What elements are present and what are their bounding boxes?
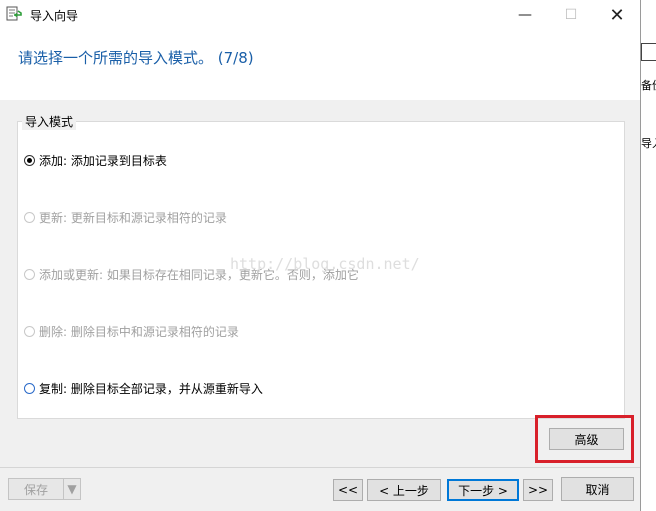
next-step-button[interactable]: 下一步 > bbox=[447, 479, 519, 501]
last-step-button[interactable]: >> bbox=[523, 479, 553, 501]
advanced-button[interactable]: 高级 bbox=[549, 428, 624, 450]
option-label: 添加: 添加记录到目标表 bbox=[39, 154, 167, 168]
radio-unchecked-icon[interactable] bbox=[24, 383, 35, 394]
background-window-text: 备份 bbox=[641, 79, 656, 92]
background-toolbar-icon bbox=[641, 43, 656, 61]
option-copy[interactable]: 复制: 删除目标全部记录，并从源重新导入 bbox=[24, 380, 263, 397]
save-dropdown-icon[interactable]: ▼ bbox=[63, 478, 81, 500]
background-window-text: 导入 bbox=[641, 137, 656, 150]
maximize-button[interactable]: ☐ bbox=[548, 0, 594, 30]
close-button[interactable]: ✕ bbox=[594, 0, 640, 30]
radio-checked-icon[interactable] bbox=[24, 155, 35, 166]
window-title: 导入向导 bbox=[30, 9, 79, 23]
watermark: http://blog.csdn.net/ bbox=[230, 255, 420, 273]
option-label: 删除: 删除目标中和源记录相符的记录 bbox=[39, 325, 239, 339]
import-mode-group-title: 导入模式 bbox=[22, 113, 77, 130]
option-delete: 删除: 删除目标中和源记录相符的记录 bbox=[24, 323, 239, 340]
footer-separator bbox=[0, 467, 640, 468]
option-label: 更新: 更新目标和源记录相符的记录 bbox=[39, 211, 227, 225]
import-wizard-window: 导入向导 — ☐ ✕ 请选择一个所需的导入模式。 (7/8) 导入模式 添加: … bbox=[0, 0, 641, 511]
radio-disabled-icon bbox=[24, 326, 35, 337]
minimize-button[interactable]: — bbox=[502, 0, 548, 30]
title-bar: 导入向导 — ☐ ✕ bbox=[0, 0, 640, 30]
option-label: 复制: 删除目标全部记录，并从源重新导入 bbox=[39, 382, 263, 396]
save-button[interactable]: 保存 bbox=[8, 478, 64, 500]
import-wizard-icon bbox=[6, 6, 22, 21]
radio-disabled-icon bbox=[24, 269, 35, 280]
option-append[interactable]: 添加: 添加记录到目标表 bbox=[24, 152, 167, 169]
option-update: 更新: 更新目标和源记录相符的记录 bbox=[24, 209, 227, 226]
wizard-step-heading: 请选择一个所需的导入模式。 (7/8) bbox=[18, 49, 254, 67]
first-step-button[interactable]: << bbox=[333, 479, 363, 501]
wizard-header: 请选择一个所需的导入模式。 (7/8) bbox=[0, 30, 640, 100]
previous-step-button[interactable]: < 上一步 bbox=[367, 479, 441, 501]
cancel-button[interactable]: 取消 bbox=[561, 477, 634, 501]
radio-disabled-icon bbox=[24, 212, 35, 223]
